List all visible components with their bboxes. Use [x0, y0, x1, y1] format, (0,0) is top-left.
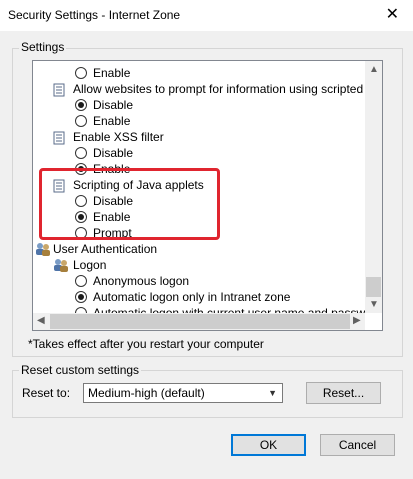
title-bar: Security Settings - Internet Zone ✕: [0, 0, 413, 31]
reset-level-value: Medium-high (default): [88, 386, 205, 400]
vertical-scroll-thumb[interactable]: [366, 277, 381, 297]
scroll-left-arrow-icon[interactable]: ◀: [37, 316, 45, 326]
scroll-right-arrow-icon[interactable]: ▶: [353, 316, 361, 326]
label-enable-2: Enable: [93, 114, 131, 128]
users-icon: [36, 243, 50, 256]
radio-disable-1[interactable]: [75, 99, 87, 111]
horizontal-scroll-thumb[interactable]: [50, 314, 350, 329]
label-disable-2: Disable: [93, 146, 134, 160]
highlight-box: [39, 168, 220, 240]
scroll-up-arrow-icon[interactable]: ▲: [369, 65, 379, 75]
users-icon: [54, 259, 68, 272]
label-anonymous-logon: Anonymous logon: [93, 274, 190, 288]
vertical-scrollbar[interactable]: ▲ ▼: [365, 61, 382, 313]
radio-enable-1[interactable]: [75, 67, 87, 79]
label-enable-1: Enable: [93, 66, 131, 80]
cancel-button[interactable]: Cancel: [320, 434, 395, 456]
setting-page-icon: [53, 83, 65, 97]
radio-enable-2[interactable]: [75, 115, 87, 127]
reset-button[interactable]: Reset...: [306, 382, 381, 404]
reset-group-label: Reset custom settings: [19, 363, 142, 377]
close-icon[interactable]: ✕: [386, 5, 399, 25]
setting-page-icon: [53, 131, 65, 145]
label-auto-logon-current-user: Automatic logon with current user name a…: [93, 306, 365, 313]
label-user-authentication: User Authentication: [53, 242, 158, 256]
label-auto-logon-intranet: Automatic logon only in Intranet zone: [93, 290, 291, 304]
restart-footnote: *Takes effect after you restart your com…: [28, 337, 264, 351]
radio-auto-logon-intranet[interactable]: [75, 291, 87, 303]
settings-group-label: Settings: [19, 40, 67, 54]
scroll-down-arrow-icon[interactable]: ▼: [369, 300, 379, 310]
reset-to-label: Reset to:: [22, 386, 71, 400]
horizontal-scrollbar[interactable]: ◀ ▶: [33, 313, 365, 330]
label-disable-1: Disable: [93, 98, 134, 112]
radio-disable-2[interactable]: [75, 147, 87, 159]
security-settings-dialog: Security Settings - Internet Zone ✕ Sett…: [0, 0, 413, 479]
label-logon: Logon: [73, 258, 107, 272]
radio-anonymous-logon[interactable]: [75, 275, 87, 287]
window-title: Security Settings - Internet Zone: [8, 8, 181, 22]
label-allow-websites-prompt: Allow websites to prompt for information…: [73, 82, 365, 96]
chevron-down-icon: ▼: [268, 388, 277, 398]
label-enable-xss: Enable XSS filter: [73, 130, 164, 144]
reset-level-select[interactable]: Medium-high (default) ▼: [83, 383, 283, 403]
ok-button[interactable]: OK: [231, 434, 306, 456]
